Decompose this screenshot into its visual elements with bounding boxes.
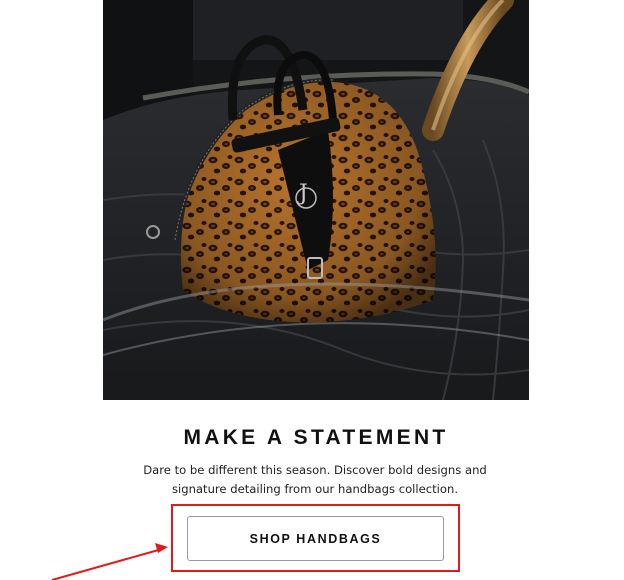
body-copy-line-1: Dare to be different this season. Discov… — [143, 463, 487, 477]
shop-handbags-button[interactable]: SHOP HANDBAGS — [187, 516, 444, 561]
handbag-photo: J — [103, 0, 529, 400]
svg-text:J: J — [297, 181, 308, 206]
hero-image[interactable]: J — [103, 0, 529, 400]
headline: MAKE A STATEMENT — [183, 426, 449, 449]
email-page: J MAKE A STATEMENT Dare to be different … — [0, 0, 624, 580]
body-copy-line-2: signature detailing from our handbags co… — [171, 482, 459, 496]
body-copy: Dare to be different this season. Discov… — [140, 461, 490, 499]
